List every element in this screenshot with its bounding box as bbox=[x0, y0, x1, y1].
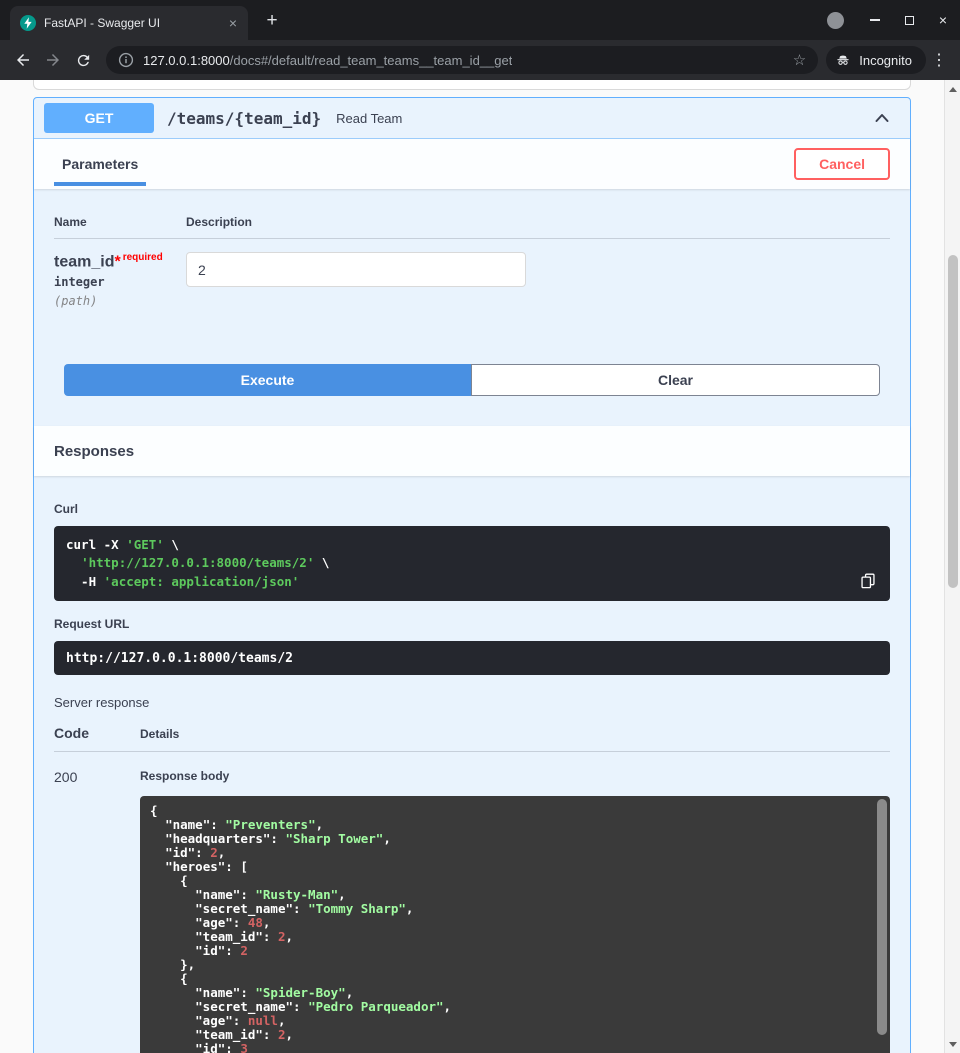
forward-button[interactable] bbox=[38, 45, 68, 75]
tab-close-icon[interactable]: × bbox=[224, 14, 242, 32]
previous-section-partial bbox=[33, 80, 911, 90]
parameters-table: Name Description team_id*required intege… bbox=[54, 189, 890, 308]
reload-button[interactable] bbox=[68, 45, 98, 75]
http-method-badge: GET bbox=[44, 103, 154, 133]
window-minimize-button[interactable] bbox=[858, 0, 892, 40]
team-id-input[interactable] bbox=[186, 252, 526, 287]
responses-body: Curl curl -X 'GET' \ 'http://127.0.0.1:8… bbox=[34, 476, 910, 1053]
incognito-label: Incognito bbox=[859, 53, 912, 68]
curl-label: Curl bbox=[54, 502, 890, 516]
server-response-label: Server response bbox=[54, 695, 890, 710]
responses-section-header: Responses bbox=[34, 426, 910, 476]
window-maximize-button[interactable] bbox=[892, 0, 926, 40]
window-close-button[interactable]: × bbox=[926, 0, 960, 40]
incognito-profile-icon[interactable] bbox=[827, 12, 844, 29]
cancel-button[interactable]: Cancel bbox=[794, 148, 890, 180]
parameter-location: (path) bbox=[54, 294, 186, 308]
clear-button[interactable]: Clear bbox=[471, 364, 880, 396]
browser-tab[interactable]: FastAPI - Swagger UI × bbox=[10, 6, 248, 40]
parameter-row: team_id*required integer (path) bbox=[54, 239, 890, 308]
details-column-header: Details bbox=[140, 727, 179, 741]
operation-path: /teams/{team_id} bbox=[167, 109, 321, 128]
request-url-label: Request URL bbox=[54, 617, 890, 631]
response-body-scrollbar[interactable] bbox=[877, 799, 887, 1053]
response-table-header: Code Details bbox=[54, 725, 890, 752]
parameter-name-cell: team_id*required integer (path) bbox=[54, 252, 186, 308]
back-button[interactable] bbox=[8, 45, 38, 75]
copy-to-clipboard-button[interactable] bbox=[855, 568, 881, 594]
status-code: 200 bbox=[54, 769, 140, 1053]
operation-summary-text: Read Team bbox=[336, 111, 402, 126]
operation-summary[interactable]: GET /teams/{team_id} Read Team bbox=[34, 98, 910, 139]
fastapi-favicon-icon bbox=[20, 15, 36, 31]
curl-command: curl -X 'GET' \ 'http://127.0.0.1:8000/t… bbox=[66, 536, 878, 590]
tab-strip: FastAPI - Swagger UI × + × bbox=[0, 0, 960, 40]
site-info-icon[interactable] bbox=[118, 52, 134, 68]
code-column-header: Code bbox=[54, 725, 140, 741]
execute-button-group: Execute Clear bbox=[64, 364, 880, 396]
parameters-table-header: Name Description bbox=[54, 215, 890, 239]
tab-title: FastAPI - Swagger UI bbox=[44, 16, 224, 30]
url-path: /docs#/default/read_team_teams__team_id_… bbox=[230, 53, 513, 68]
scroll-up-arrow-icon[interactable] bbox=[945, 82, 960, 96]
bookmark-star-icon[interactable]: ☆ bbox=[793, 51, 806, 69]
parameters-section-header: Parameters Cancel bbox=[34, 139, 910, 189]
url-host: 127.0.0.1:8000 bbox=[143, 53, 230, 68]
response-details-cell: Response body { "name": "Preventers", "h… bbox=[140, 769, 890, 1053]
url-text: 127.0.0.1:8000/docs#/default/read_team_t… bbox=[143, 53, 512, 68]
maximize-icon bbox=[905, 16, 914, 25]
swagger-page: GET /teams/{team_id} Read Team Parameter… bbox=[0, 80, 960, 1053]
parameter-value-cell bbox=[186, 252, 526, 308]
browser-toolbar: 127.0.0.1:8000/docs#/default/read_team_t… bbox=[0, 40, 960, 80]
responses-title: Responses bbox=[54, 443, 134, 460]
page-scrollbar-thumb[interactable] bbox=[948, 255, 958, 588]
window-controls: × bbox=[827, 0, 960, 40]
response-body-block: { "name": "Preventers", "headquarters": … bbox=[140, 796, 890, 1053]
name-column-header: Name bbox=[54, 215, 186, 229]
response-body-json: { "name": "Preventers", "headquarters": … bbox=[150, 804, 866, 1053]
curl-command-block: curl -X 'GET' \ 'http://127.0.0.1:8000/t… bbox=[54, 526, 890, 600]
required-label: required bbox=[123, 252, 163, 263]
response-body-label: Response body bbox=[140, 769, 890, 783]
scroll-down-arrow-icon[interactable] bbox=[945, 1037, 960, 1051]
page-scrollbar[interactable] bbox=[944, 80, 960, 1053]
new-tab-button[interactable]: + bbox=[260, 10, 284, 32]
response-row: 200 Response body { "name": "Preventers"… bbox=[54, 752, 890, 1053]
request-url-value: http://127.0.0.1:8000/teams/2 bbox=[66, 651, 293, 666]
incognito-icon bbox=[835, 52, 851, 68]
tab-parameters[interactable]: Parameters bbox=[54, 139, 146, 189]
incognito-badge: Incognito bbox=[826, 46, 926, 74]
collapse-chevron-icon[interactable] bbox=[872, 108, 892, 128]
parameter-name: team_id*required bbox=[54, 252, 186, 271]
response-scrollbar-thumb[interactable] bbox=[877, 799, 887, 1035]
minimize-icon bbox=[870, 19, 880, 21]
browser-menu-button[interactable]: ⋮ bbox=[926, 50, 952, 70]
parameter-type: integer bbox=[54, 275, 186, 289]
required-asterisk: * bbox=[114, 253, 120, 270]
address-bar[interactable]: 127.0.0.1:8000/docs#/default/read_team_t… bbox=[106, 46, 818, 74]
request-url-block: http://127.0.0.1:8000/teams/2 bbox=[54, 641, 890, 675]
get-operation-block: GET /teams/{team_id} Read Team Parameter… bbox=[33, 97, 911, 1053]
execute-button[interactable]: Execute bbox=[64, 364, 471, 396]
description-column-header: Description bbox=[186, 215, 252, 229]
